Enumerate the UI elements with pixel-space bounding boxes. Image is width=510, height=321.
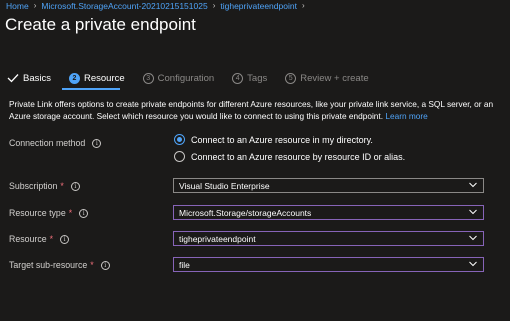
- radio-connect-resource-id[interactable]: Connect to an Azure resource by resource…: [174, 151, 405, 162]
- radio-connect-directory[interactable]: Connect to an Azure resource in my direc…: [174, 134, 373, 145]
- step-number-icon: 2: [68, 72, 80, 84]
- tab-label: Tags: [247, 72, 268, 84]
- chevron-down-icon: [469, 182, 477, 188]
- radio-button[interactable]: [174, 134, 185, 145]
- target-sub-resource-dropdown[interactable]: file: [173, 257, 484, 272]
- chevron-down-icon: [469, 261, 477, 267]
- tab-review-create[interactable]: 5 Review + create: [285, 72, 369, 84]
- target-sub-resource-value: file: [179, 259, 190, 270]
- info-icon[interactable]: i: [70, 181, 80, 191]
- chevron-down-icon: [469, 209, 477, 215]
- radio-label: Connect to an Azure resource by resource…: [191, 151, 406, 162]
- radio-label: Connect to an Azure resource in my direc…: [191, 134, 373, 145]
- learn-more-link[interactable]: Learn more: [385, 111, 427, 121]
- chevron-right-icon: ›: [301, 1, 305, 10]
- target-sub-resource-label: Target sub-resource * i: [9, 260, 110, 270]
- resource-value: tigheprivateendpoint: [179, 233, 256, 244]
- tab-resource[interactable]: 2 Resource: [68, 72, 125, 84]
- connection-method-label: Connection method i: [9, 138, 102, 148]
- radio-button[interactable]: [174, 151, 185, 162]
- step-number-icon: 4: [232, 72, 244, 84]
- breadcrumb-home[interactable]: Home: [6, 1, 29, 11]
- tab-configuration[interactable]: 3 Configuration: [142, 72, 215, 84]
- check-icon: [7, 74, 19, 83]
- page-title: Create a private endpoint: [5, 15, 196, 34]
- info-icon[interactable]: i: [100, 260, 110, 270]
- subscription-dropdown[interactable]: Visual Studio Enterprise: [173, 178, 484, 193]
- chevron-down-icon: [469, 235, 477, 241]
- tab-basics[interactable]: Basics: [7, 73, 51, 84]
- breadcrumb: Home › Microsoft.StorageAccount-20210215…: [6, 0, 305, 11]
- breadcrumb-storage-account[interactable]: Microsoft.StorageAccount-20210215151025: [41, 1, 207, 11]
- resource-label: Resource * i: [9, 234, 70, 244]
- chevron-right-icon: ›: [33, 1, 37, 10]
- description: Private Link offers options to create pr…: [9, 98, 503, 122]
- resource-type-label: Resource type * i: [9, 208, 89, 218]
- breadcrumb-private-endpoint[interactable]: tigheprivateendpoint: [220, 1, 297, 11]
- tab-label: Basics: [23, 72, 51, 84]
- step-number-icon: 5: [285, 72, 297, 84]
- tab-label: Review + create: [300, 72, 369, 84]
- active-tab-indicator: [62, 88, 120, 90]
- tab-tags[interactable]: 4 Tags: [232, 72, 268, 84]
- resource-type-dropdown[interactable]: Microsoft.Storage/storageAccounts: [173, 205, 484, 220]
- subscription-label: Subscription * i: [9, 181, 80, 191]
- tab-label: Resource: [83, 72, 125, 84]
- subscription-value: Visual Studio Enterprise: [179, 180, 270, 191]
- wizard-tabs: Basics 2 Resource 3 Configuration 4 Tags…: [7, 70, 387, 86]
- resource-type-value: Microsoft.Storage/storageAccounts: [179, 207, 312, 218]
- resource-dropdown[interactable]: tigheprivateendpoint: [173, 231, 484, 246]
- info-icon[interactable]: i: [79, 208, 89, 218]
- info-icon[interactable]: i: [60, 234, 70, 244]
- chevron-right-icon: ›: [212, 1, 216, 10]
- info-icon[interactable]: i: [92, 138, 102, 148]
- tab-label: Configuration: [157, 72, 215, 84]
- step-number-icon: 3: [142, 72, 154, 84]
